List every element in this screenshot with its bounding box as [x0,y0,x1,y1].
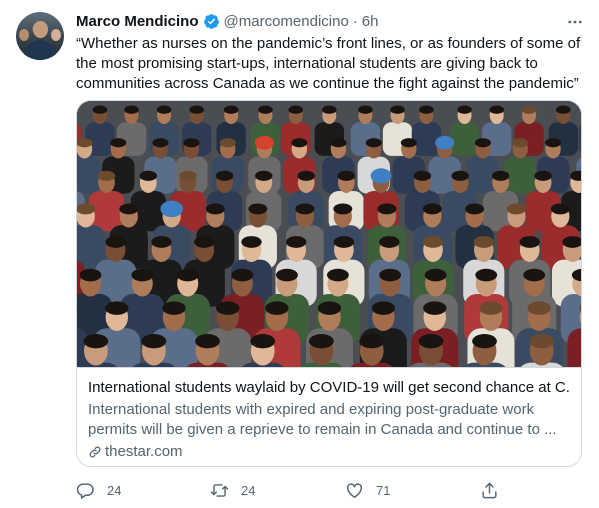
share-button[interactable] [480,478,499,502]
retweet-button[interactable]: 24 [210,478,255,502]
tweet-header: Marco Mendicino @marcomendicino · 6h [76,11,378,31]
share-icon [482,482,497,498]
reply-icon [76,482,94,499]
avatar[interactable] [16,12,64,60]
like-button[interactable]: 71 [345,478,390,502]
author-name[interactable]: Marco Mendicino [76,13,199,30]
more-options-icon[interactable] [563,12,587,32]
reply-count: 24 [107,482,122,498]
tweet-actions: 24 24 71 [76,478,588,502]
retweet-icon [210,483,229,497]
card-domain: thestar.com [88,442,570,462]
crowd-photo [77,101,581,367]
ellipsis-icon [568,20,582,24]
card-title: International students waylaid by COVID-… [88,379,570,396]
heart-icon [347,482,362,498]
card-body[interactable]: International students waylaid by COVID-… [77,367,581,466]
retweet-count: 24 [241,482,256,498]
card-image[interactable] [77,101,581,367]
link-icon [89,446,101,458]
like-count: 71 [376,482,391,498]
tweet-timestamp[interactable]: 6h [362,13,379,30]
link-card[interactable]: International students waylaid by COVID-… [76,100,582,467]
author-handle[interactable]: @marcomendicino [224,13,349,30]
card-domain-label: thestar.com [105,443,183,460]
card-description: International students with expired and … [88,401,557,438]
tweet-text: “Whether as nurses on the pandemic’s fro… [76,35,581,92]
reply-button[interactable]: 24 [76,478,121,502]
separator-dot: · [352,12,358,30]
tweet[interactable]: Marco Mendicino @marcomendicino · 6h “Wh… [0,0,599,508]
verified-badge-icon [203,13,219,29]
